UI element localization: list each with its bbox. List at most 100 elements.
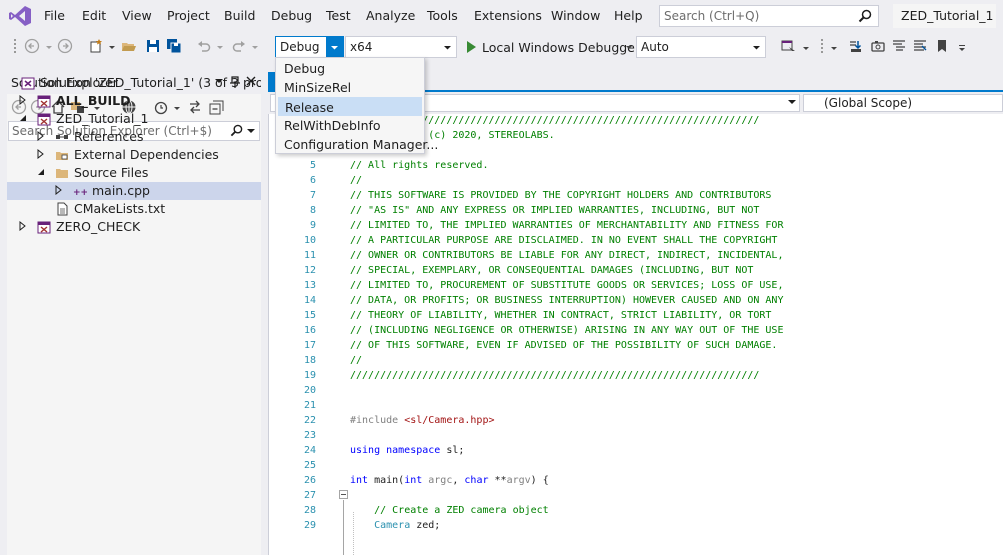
expand-arrow-icon[interactable] [19, 95, 27, 105]
code-line[interactable]: 16 // (INCLUDING NEGLIGENCE OR OTHERWISE)… [284, 325, 1003, 340]
menu-item-debug[interactable]: Debug [271, 8, 312, 23]
line-number: 10 [303, 235, 316, 246]
quick-search-input[interactable]: Search (Ctrl+Q) [659, 5, 879, 27]
menu-item-build[interactable]: Build [224, 8, 255, 23]
menu-item-analyze[interactable]: Analyze [366, 8, 415, 23]
code-line[interactable]: 24 using namespace sl; [284, 445, 1003, 460]
code-line[interactable]: 21 [284, 400, 1003, 415]
chevron-down-icon[interactable] [788, 100, 796, 104]
solution-configuration-combo[interactable]: Debug [275, 36, 344, 58]
new-dropdown-icon[interactable] [104, 38, 120, 54]
code-line[interactable]: 13 // LIMITED TO, PROCUREMENT OF SUBSTITU… [284, 280, 1003, 295]
menu-item-project[interactable]: Project [167, 8, 210, 23]
code-line[interactable]: 10 // A PARTICULAR PURPOSE ARE DISCLAIMED… [284, 235, 1003, 250]
toolbar-overflow-icon[interactable] [954, 38, 970, 54]
code-line[interactable]: 20 [284, 385, 1003, 400]
code-line[interactable]: 25 [284, 460, 1003, 475]
toolbar-dropdown-icon[interactable] [826, 38, 842, 54]
collapse-arrow-icon[interactable] [37, 167, 45, 177]
open-file-icon[interactable] [121, 38, 137, 54]
undo-dropdown-icon[interactable] [212, 38, 228, 54]
step-into-icon[interactable] [848, 38, 864, 54]
application-insights-icon[interactable] [780, 38, 796, 54]
panel-splitter[interactable] [261, 60, 268, 555]
expand-arrow-icon[interactable] [37, 131, 45, 141]
code-line[interactable]: 17 // OF THIS SOFTWARE, EVEN IF ADVISED O… [284, 340, 1003, 355]
navigate-back-icon[interactable] [24, 38, 40, 54]
new-project-icon[interactable] [88, 38, 104, 54]
chevron-down-icon[interactable] [326, 37, 343, 57]
debugger-dropdown-icon[interactable] [621, 38, 637, 54]
back-dropdown-icon[interactable] [41, 38, 57, 54]
navigate-forward-icon[interactable] [57, 38, 73, 54]
code-token: // Create a ZED camera object [374, 505, 549, 516]
screenshot-icon[interactable] [870, 38, 886, 54]
uncomment-lines-icon[interactable] [912, 38, 928, 54]
code-line[interactable]: 11 // OWNER OR CONTRIBUTORS BE LIABLE FOR… [284, 250, 1003, 265]
save-all-icon[interactable] [166, 38, 182, 54]
start-debugging-button[interactable]: Local Windows Debugger [482, 40, 640, 55]
line-number: 8 [309, 205, 316, 216]
code-line[interactable]: 26 int main(int argc, char **argv) { [284, 475, 1003, 490]
code-line[interactable]: 5 // All rights reserved. [284, 160, 1003, 175]
code-line[interactable]: 27 [284, 490, 1003, 505]
comment-lines-icon[interactable] [891, 38, 907, 54]
bookmark-icon[interactable] [934, 38, 950, 54]
code-token: sl; [440, 445, 465, 456]
code-line[interactable]: 18 // [284, 355, 1003, 370]
menu-item-file[interactable]: File [44, 8, 65, 23]
chevron-down-icon[interactable] [439, 37, 456, 57]
menu-item-help[interactable]: Help [614, 8, 643, 23]
code-line[interactable]: 23 [284, 430, 1003, 445]
menu-item-view[interactable]: View [122, 8, 152, 23]
toolbar-dropdown-icon[interactable] [798, 38, 814, 54]
config-option-release[interactable]: Release [278, 97, 422, 116]
menu-item-tools[interactable]: Tools [427, 8, 458, 23]
expand-arrow-icon[interactable] [55, 185, 63, 195]
code-line[interactable]: 15 // THEORY OF LIABILITY, WHETHER IN CON… [284, 310, 1003, 325]
tree-item-zero-check[interactable]: ZERO_CHECK [7, 218, 261, 236]
global-scope-combo[interactable]: (Global Scope) [803, 94, 1003, 112]
redo-icon[interactable] [231, 38, 247, 54]
config-option-configuration-manager[interactable]: Configuration Manager... [278, 135, 438, 154]
menu-item-window[interactable]: Window [551, 8, 600, 23]
code-line[interactable]: 6 // [284, 175, 1003, 190]
visual-studio-logo-icon[interactable] [8, 5, 32, 27]
run-mode-combo[interactable]: Auto [636, 36, 766, 58]
solution-platform-combo[interactable]: x64 [345, 36, 457, 58]
code-line[interactable]: 14 // DATA, OR PROFITS; OR BUSINESS INTER… [284, 295, 1003, 310]
code-line[interactable]: 29 Camera zed; [284, 520, 1003, 535]
code-line[interactable]: 9 // LIMITED TO, THE IMPLIED WARRANTIES O… [284, 220, 1003, 235]
tree-item-zed-tutorial-1[interactable]: ZED_Tutorial_1 [7, 110, 261, 128]
config-option-debug[interactable]: Debug [278, 59, 422, 78]
undo-icon[interactable] [196, 38, 212, 54]
tree-item-all-build[interactable]: ALL_BUILD [7, 92, 261, 110]
code-line[interactable]: 7 // THIS SOFTWARE IS PROVIDED BY THE COP… [284, 190, 1003, 205]
redo-dropdown-icon[interactable] [247, 38, 263, 54]
tree-item-main-cpp[interactable]: ++ main.cpp [7, 182, 261, 200]
outline-collapse-icon[interactable] [339, 490, 348, 499]
quick-search-placeholder: Search (Ctrl+Q) [664, 9, 760, 23]
tree-item-external-dependencies[interactable]: External Dependencies [7, 146, 261, 164]
code-line[interactable]: 22 #include <sl/Camera.hpp> [284, 415, 1003, 430]
tree-item-cmakelists-txt[interactable]: CMakeLists.txt [7, 200, 261, 218]
tree-item-source-files[interactable]: Source Files [7, 164, 261, 182]
collapse-arrow-icon[interactable] [19, 113, 27, 123]
config-option-relwithdebinfo[interactable]: RelWithDebInfo [278, 116, 422, 135]
code-line[interactable]: 19 //////////////////////////////////////… [284, 370, 1003, 385]
menu-item-test[interactable]: Test [326, 8, 351, 23]
code-line[interactable]: 28 // Create a ZED camera object [284, 505, 1003, 520]
code-text: // OWNER OR CONTRIBUTORS BE LIABLE FOR A… [350, 250, 783, 261]
start-debugging-icon[interactable] [467, 41, 476, 53]
save-icon[interactable] [145, 38, 161, 54]
code-line[interactable]: 8 // "AS IS" AND ANY EXPRESS OR IMPLIED W… [284, 205, 1003, 220]
expand-arrow-icon[interactable] [37, 149, 45, 159]
tree-item-references[interactable]: References [7, 128, 261, 146]
menu-item-edit[interactable]: Edit [82, 8, 106, 23]
config-option-minsizerel[interactable]: MinSizeRel [278, 78, 422, 97]
chevron-down-icon[interactable] [748, 37, 765, 57]
tree-item-solution-zed-tutorial-1-3-of-3-projects[interactable]: Solution 'ZED_Tutorial_1' (3 of 3 projec… [7, 74, 298, 92]
menu-item-extensions[interactable]: Extensions [474, 8, 542, 23]
expand-arrow-icon[interactable] [19, 221, 27, 231]
code-line[interactable]: 12 // SPECIAL, EXEMPLARY, OR CONSEQUENTIA… [284, 265, 1003, 280]
